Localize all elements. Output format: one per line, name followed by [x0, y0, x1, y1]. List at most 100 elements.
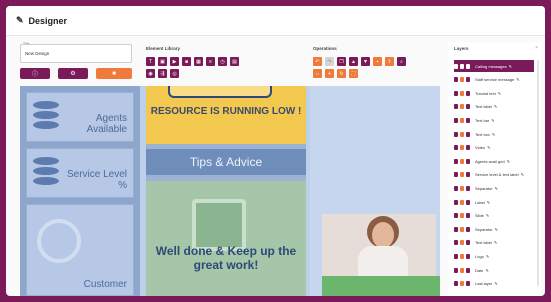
footer-strip[interactable]: [322, 276, 440, 296]
spreadsheet-tile[interactable]: [146, 181, 306, 296]
eye-icon[interactable]: [460, 213, 464, 219]
delete-icon[interactable]: [454, 63, 458, 69]
eye-icon[interactable]: [460, 240, 464, 246]
edit-icon[interactable]: ✎: [487, 200, 490, 205]
align-icon[interactable]: ⇔: [313, 69, 322, 78]
fullscreen-icon[interactable]: ⛶: [349, 69, 358, 78]
eye-icon[interactable]: [460, 267, 464, 273]
delete-button[interactable]: ■: [96, 68, 132, 79]
lock-icon[interactable]: [466, 145, 470, 151]
eye-icon[interactable]: [460, 77, 464, 83]
layer-item[interactable]: Slide ✎: [454, 210, 534, 222]
layer-item[interactable]: Calling messages ✎: [454, 60, 534, 72]
layer-item[interactable]: Logo ✎: [454, 250, 534, 262]
library-image-icon[interactable]: ▣: [158, 57, 167, 66]
lock-icon[interactable]: [466, 267, 470, 273]
edit-icon[interactable]: ✎: [492, 132, 495, 137]
library-ticker-icon[interactable]: ⇶: [158, 69, 167, 78]
library-grid-icon[interactable]: ▦: [194, 57, 203, 66]
eye-icon[interactable]: [460, 199, 464, 205]
edit-icon[interactable]: ✎: [494, 281, 497, 286]
edit-icon[interactable]: ✎: [495, 186, 498, 191]
lock-icon[interactable]: [466, 104, 470, 110]
eye-icon[interactable]: [460, 172, 464, 178]
eye-icon[interactable]: [460, 226, 464, 232]
delete-icon[interactable]: [454, 185, 458, 191]
send-back-icon[interactable]: ▼: [361, 57, 370, 66]
edit-icon[interactable]: ✎: [486, 213, 489, 218]
edit-icon[interactable]: ✎: [507, 159, 510, 164]
lock-icon[interactable]: [466, 240, 470, 246]
service-tile[interactable]: Service Level %: [26, 148, 134, 198]
layer-item[interactable]: Date ✎: [454, 264, 534, 276]
delete-icon[interactable]: [454, 172, 458, 178]
layers-scrollbar[interactable]: [537, 60, 539, 286]
lock-icon[interactable]: [466, 253, 470, 259]
lock-icon[interactable]: [466, 63, 470, 69]
edit-icon[interactable]: ✎: [521, 172, 524, 177]
eye-icon[interactable]: [460, 253, 464, 259]
design-name-input[interactable]: [20, 44, 132, 63]
delete-icon[interactable]: [454, 240, 458, 246]
lock-icon[interactable]: [466, 185, 470, 191]
edit-icon[interactable]: ✎: [509, 64, 512, 69]
lock-icon[interactable]: [466, 172, 470, 178]
delete-icon[interactable]: [454, 213, 458, 219]
delete-icon[interactable]: [454, 145, 458, 151]
layer-item[interactable]: Last layer ✎: [454, 278, 534, 290]
library-clock-icon[interactable]: ◷: [218, 57, 227, 66]
delete-icon[interactable]: [454, 281, 458, 287]
eye-icon[interactable]: [460, 131, 464, 137]
zoom-icon[interactable]: ⌕: [397, 57, 406, 66]
library-list-icon[interactable]: ≡: [206, 57, 215, 66]
save-icon[interactable]: ▪: [373, 57, 382, 66]
copy-icon[interactable]: ❐: [337, 57, 346, 66]
lock-icon[interactable]: [466, 131, 470, 137]
delete-icon[interactable]: [454, 104, 458, 110]
library-rss-icon[interactable]: ◉: [146, 69, 155, 78]
delete-icon[interactable]: [454, 226, 458, 232]
layer-item[interactable]: Text label ✎: [454, 101, 534, 113]
eye-icon[interactable]: [460, 158, 464, 164]
eye-icon[interactable]: [460, 104, 464, 110]
lock-icon[interactable]: [466, 77, 470, 83]
delete-icon[interactable]: [454, 77, 458, 83]
library-web-icon[interactable]: ◎: [170, 69, 179, 78]
library-chart-icon[interactable]: ▤: [230, 57, 239, 66]
delete-icon[interactable]: [454, 90, 458, 96]
design-canvas[interactable]: Agents Available Service Level % Custome…: [20, 86, 440, 296]
edit-icon[interactable]: ✎: [498, 91, 501, 96]
settings-button[interactable]: ⚙: [58, 68, 88, 79]
eye-icon[interactable]: [460, 185, 464, 191]
edit-icon[interactable]: ✎: [495, 227, 498, 232]
library-shape-icon[interactable]: ■: [182, 57, 191, 66]
eye-icon[interactable]: [460, 117, 464, 123]
lock-icon[interactable]: [466, 213, 470, 219]
library-video-icon[interactable]: ▶: [170, 57, 179, 66]
delete-icon[interactable]: [454, 199, 458, 205]
edit-icon[interactable]: ✎: [494, 104, 497, 109]
delete-icon[interactable]: [454, 253, 458, 259]
lock-icon[interactable]: [466, 90, 470, 96]
redo-icon[interactable]: ↷: [325, 57, 334, 66]
layer-item[interactable]: Tutorial text ✎: [454, 87, 534, 99]
agents-tile[interactable]: Agents Available: [26, 92, 134, 142]
edit-icon[interactable]: ✎: [487, 145, 490, 150]
edit-icon[interactable]: ✎: [486, 254, 489, 259]
edit-icon[interactable]: ✎: [494, 240, 497, 245]
warning-banner[interactable]: RESOURCE IS RUNNING LOW !: [146, 86, 306, 144]
close-icon[interactable]: ×: [535, 45, 538, 51]
refresh-icon[interactable]: ↻: [337, 69, 346, 78]
zoom-in-icon[interactable]: +: [325, 69, 334, 78]
lock-icon[interactable]: [466, 199, 470, 205]
agent-photo[interactable]: [322, 214, 436, 276]
edit-icon[interactable]: ✎: [516, 77, 519, 82]
tips-banner[interactable]: Tips & Advice: [146, 149, 306, 175]
layer-item[interactable]: Staff service message ✎: [454, 74, 534, 86]
delete-icon[interactable]: [454, 117, 458, 123]
eye-icon[interactable]: [460, 90, 464, 96]
edit-icon[interactable]: ✎: [485, 268, 488, 273]
info-button[interactable]: ⓘ: [20, 68, 50, 79]
lock-icon[interactable]: [466, 158, 470, 164]
undo-icon[interactable]: ↶: [313, 57, 322, 66]
